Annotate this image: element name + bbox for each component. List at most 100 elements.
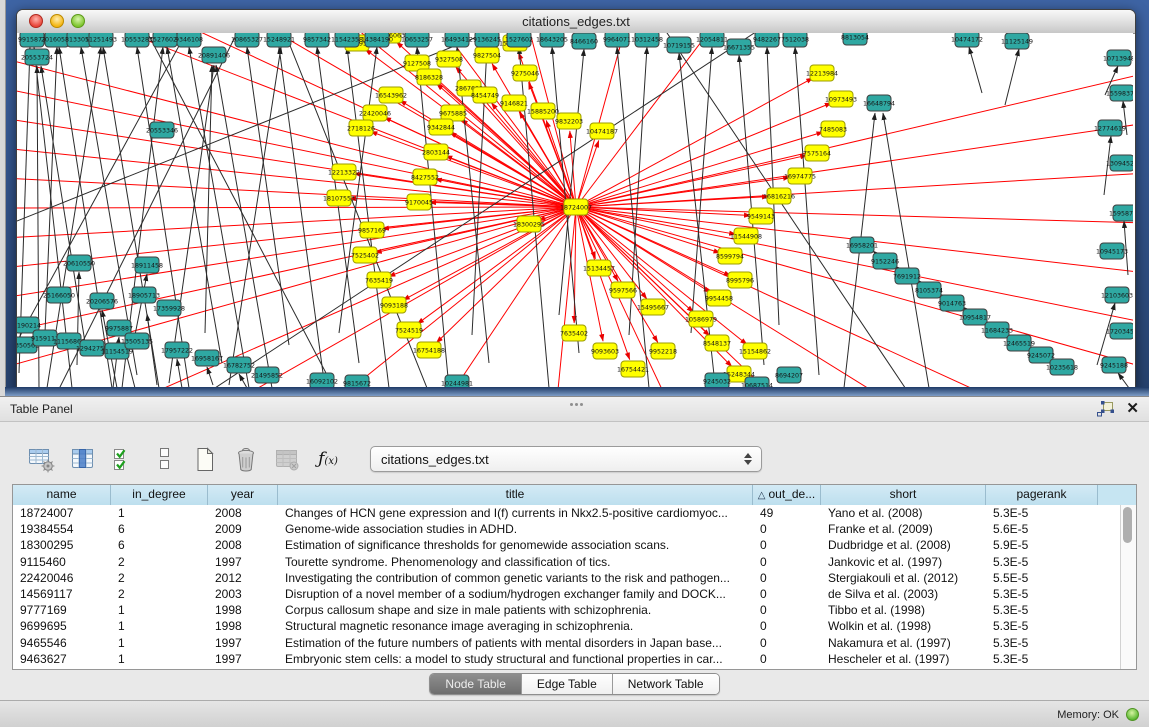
citation-network-graph[interactable]: 1872400718300295891295414226063912750881… — [17, 33, 1133, 388]
tab-edge-table[interactable]: Edge Table — [521, 674, 612, 694]
new-table[interactable] — [190, 444, 220, 474]
cell-pagerank: 5.3E-5 — [986, 635, 1098, 651]
graph-node-label: 9152246 — [871, 258, 899, 265]
cell-pagerank: 5.3E-5 — [986, 505, 1098, 521]
cell-in-degree: 1 — [111, 505, 208, 521]
cell-in-degree: 1 — [111, 635, 208, 651]
graph-node-label: 16974775 — [784, 173, 816, 180]
show-columns[interactable] — [67, 444, 97, 474]
column-header-name[interactable]: name — [13, 485, 111, 505]
graph-node-label: 10235618 — [1046, 364, 1078, 371]
graph-node-label: 13505135 — [121, 338, 153, 345]
delete-table[interactable] — [231, 444, 261, 474]
nodes-layer: 1872400718300295891295414226063912750881… — [17, 33, 1133, 388]
table-row[interactable]: 946554611997Estimation of the future num… — [13, 635, 1121, 651]
table-select[interactable]: citations_edges.txt — [370, 446, 762, 472]
cell-in-degree: 1 — [111, 602, 208, 618]
graph-node-label: 17957222 — [161, 347, 193, 354]
cell-title: Disruption of a novel member of a sodium… — [278, 586, 753, 602]
graph-node-label: 8454749 — [471, 92, 499, 99]
graph-node-label: 11251493 — [85, 36, 117, 43]
column-header-out-de-[interactable]: △out_de... — [753, 485, 821, 505]
graph-node-label: 21495852 — [251, 372, 283, 379]
graph-node-label: 17359928 — [153, 305, 185, 312]
graph-node-label: 11125149 — [1001, 38, 1033, 45]
graph-node-label: 16092102 — [306, 378, 338, 385]
scrollbar-thumb[interactable] — [1123, 507, 1132, 543]
graph-node-label: 10474172 — [951, 36, 983, 43]
cell-name: 18724007 — [13, 505, 111, 521]
column-header-pagerank[interactable]: pagerank — [986, 485, 1098, 505]
function-builder[interactable]: ƒ(x) — [313, 444, 343, 474]
select-all-rows[interactable] — [108, 444, 138, 474]
graph-node-label: 10865327 — [231, 36, 263, 43]
cell-name: 9777169 — [13, 602, 111, 618]
column-header-short[interactable]: short — [821, 485, 986, 505]
column-header-in-degree[interactable]: in_degree — [111, 485, 208, 505]
column-header-label: pagerank — [1016, 487, 1066, 501]
graph-node-label: 7512038 — [781, 36, 809, 43]
graph-node-label: 8105374 — [915, 287, 943, 294]
graph-node-label: 9093603 — [591, 348, 619, 355]
table-toolbar: ƒ(x) citations_edges.txt — [0, 440, 1149, 478]
table-row[interactable]: 977716911998Corpus callosum shape and si… — [13, 602, 1121, 618]
graph-node-label: 20206576 — [86, 298, 118, 305]
graph-node-label: 9857342 — [303, 36, 331, 43]
cell-in-degree: 2 — [111, 554, 208, 570]
cytoscape-app: citations_edges.txt 18724007183002958912… — [0, 0, 1149, 727]
cell-short: Dudbridge et al. (2008) — [821, 537, 986, 553]
column-header-title[interactable]: title — [278, 485, 753, 505]
graph-node-label: 7635402 — [560, 330, 588, 337]
window-titlebar[interactable]: citations_edges.txt — [17, 10, 1135, 34]
table-row[interactable]: 969969511998Structural magnetic resonanc… — [13, 618, 1121, 634]
graph-node-label: 10586979 — [685, 316, 717, 323]
table-row[interactable]: 1938455462009Genome-wide association stu… — [13, 521, 1121, 537]
table-header-row: namein_degreeyeartitle△out_de...short pag… — [13, 485, 1136, 506]
table-row[interactable]: 1456911722003Disruption of a novel membe… — [13, 586, 1121, 602]
cell-out-de-: 49 — [753, 505, 821, 521]
graph-node-label: 10945173 — [1096, 248, 1128, 255]
memory-status-dot — [1126, 708, 1139, 721]
tab-node-table[interactable]: Node Table — [430, 674, 521, 694]
close-panel-icon[interactable]: ✕ — [1126, 400, 1139, 417]
cell-out-de-: 0 — [753, 651, 821, 667]
network-desktop: citations_edges.txt 18724007183002958912… — [0, 0, 1149, 396]
graph-node-label: 17203455 — [1106, 328, 1133, 335]
graph-node-label: 7485083 — [819, 126, 847, 133]
graph-node-label: 10954817 — [959, 314, 991, 321]
cell-in-degree: 6 — [111, 537, 208, 553]
network-canvas[interactable]: 1872400718300295891295414226063912750881… — [17, 33, 1133, 388]
column-header-year[interactable]: year — [208, 485, 278, 505]
table-row[interactable]: 1830029562008Estimation of significance … — [13, 537, 1121, 553]
table-options[interactable] — [26, 444, 56, 474]
graph-node-label: 20553724 — [21, 54, 53, 61]
cell-title: Structural magnetic resonance image aver… — [278, 618, 753, 634]
cell-pagerank: 5.3E-5 — [986, 618, 1098, 634]
cell-pagerank: 5.3E-5 — [986, 651, 1098, 667]
tab-network-table[interactable]: Network Table — [612, 674, 719, 694]
graph-node-label: 16493412 — [441, 36, 473, 43]
table-row[interactable]: 946362711997Embryonic stem cells: a mode… — [13, 651, 1121, 667]
cell-short: Yano et al. (2008) — [821, 505, 986, 521]
graph-node-label: 7525402 — [351, 252, 379, 259]
graph-node-label: 7691912 — [893, 273, 921, 280]
table-row[interactable]: 2242004622012Investigating the contribut… — [13, 570, 1121, 586]
graph-node-label: 15958744 — [1109, 210, 1133, 217]
graph-node-label: 8599794 — [716, 253, 744, 260]
float-panel-icon[interactable] — [1095, 400, 1116, 417]
table-row[interactable]: 1872400712008Changes of HCN gene express… — [13, 505, 1121, 521]
graph-node-label: 9549143 — [747, 213, 775, 220]
column-header-label: out_de... — [768, 487, 815, 501]
window-title: citations_edges.txt — [17, 14, 1135, 29]
graph-node-label: 9857169 — [358, 227, 386, 234]
graph-node-label: 10653257 — [401, 36, 433, 43]
vertical-scrollbar[interactable] — [1120, 505, 1136, 669]
table-row[interactable]: 911546021997Tourette syndrome. Phenomeno… — [13, 554, 1121, 570]
graph-node-label: 16958167 — [191, 355, 223, 362]
graph-node-label: 9245188 — [1100, 362, 1128, 369]
splitter-grip[interactable] — [575, 403, 578, 406]
unselect-all-rows[interactable] — [149, 444, 179, 474]
graph-node-label: 12465519 — [1003, 340, 1035, 347]
graph-node-label: 9597566 — [609, 287, 637, 294]
graph-node-label: 12054811 — [696, 36, 728, 43]
